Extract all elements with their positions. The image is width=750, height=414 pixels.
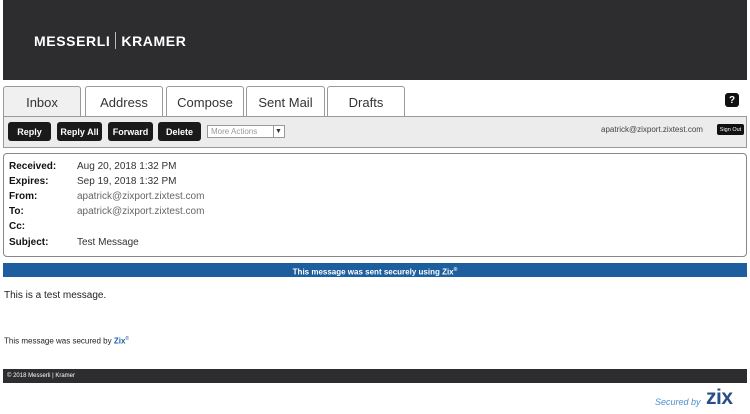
user-email: apatrick@zixport.zixtest.com — [601, 125, 703, 134]
from-label: From: — [9, 191, 38, 202]
message-body: This is a test message. — [4, 290, 107, 301]
received-label: Received: — [9, 161, 57, 172]
message-toolbar: Reply Reply All Forward Delete More Acti… — [3, 116, 747, 148]
registered-mark: ® — [453, 267, 458, 273]
sign-out-button[interactable]: Sign Out — [717, 124, 744, 135]
zix-logo: zix — [706, 386, 733, 409]
expires-label: Expires: — [9, 176, 49, 187]
chevron-down-icon[interactable]: ▼ — [273, 126, 283, 137]
secure-banner: This message was sent securely using Zix… — [3, 263, 747, 277]
zix-link[interactable]: Zix — [114, 337, 126, 346]
more-actions-select[interactable]: More Actions ▼ — [207, 125, 285, 138]
secured-by-text: Secured by — [655, 397, 701, 407]
from-value: apatrick@zixport.zixtest.com — [77, 191, 205, 202]
logo-divider — [115, 32, 117, 49]
tab-address[interactable]: Address — [85, 86, 163, 117]
subject-label: Subject: — [9, 237, 49, 248]
received-value: Aug 20, 2018 1:32 PM — [77, 161, 177, 172]
message-header: Received: Aug 20, 2018 1:32 PM Expires: … — [3, 153, 747, 257]
copyright-text: © 2018 Messerli | Kramer — [7, 373, 76, 379]
tab-sent-mail[interactable]: Sent Mail — [246, 86, 325, 117]
subject-value: Test Message — [77, 237, 139, 248]
secured-by-line: This message was secured by Zix® — [4, 336, 129, 346]
reply-all-button[interactable]: Reply All — [57, 122, 102, 141]
expires-value: Sep 19, 2018 1:32 PM — [77, 176, 177, 187]
forward-button[interactable]: Forward — [108, 122, 153, 141]
header-bar: MESSERLI KRAMER — [3, 0, 747, 80]
cc-label: Cc: — [9, 221, 26, 232]
logo-left: MESSERLI — [34, 33, 111, 49]
messerli-kramer-logo: MESSERLI KRAMER — [34, 32, 186, 49]
to-label: To: — [9, 206, 24, 217]
more-actions-value: More Actions — [211, 127, 258, 136]
to-value: apatrick@zixport.zixtest.com — [77, 206, 205, 217]
tab-drafts[interactable]: Drafts — [327, 86, 405, 117]
footer-bar: © 2018 Messerli | Kramer — [3, 369, 747, 383]
help-icon[interactable]: ? — [725, 93, 739, 107]
tab-compose[interactable]: Compose — [166, 86, 244, 117]
secured-by-prefix: This message was secured by — [4, 336, 114, 346]
reply-button[interactable]: Reply — [8, 122, 51, 141]
delete-button[interactable]: Delete — [158, 122, 201, 141]
tab-inbox[interactable]: Inbox — [3, 86, 81, 117]
logo-right: KRAMER — [121, 33, 187, 49]
secure-banner-text: This message was sent securely using Zix — [292, 267, 454, 277]
registered-mark: ® — [125, 336, 130, 342]
